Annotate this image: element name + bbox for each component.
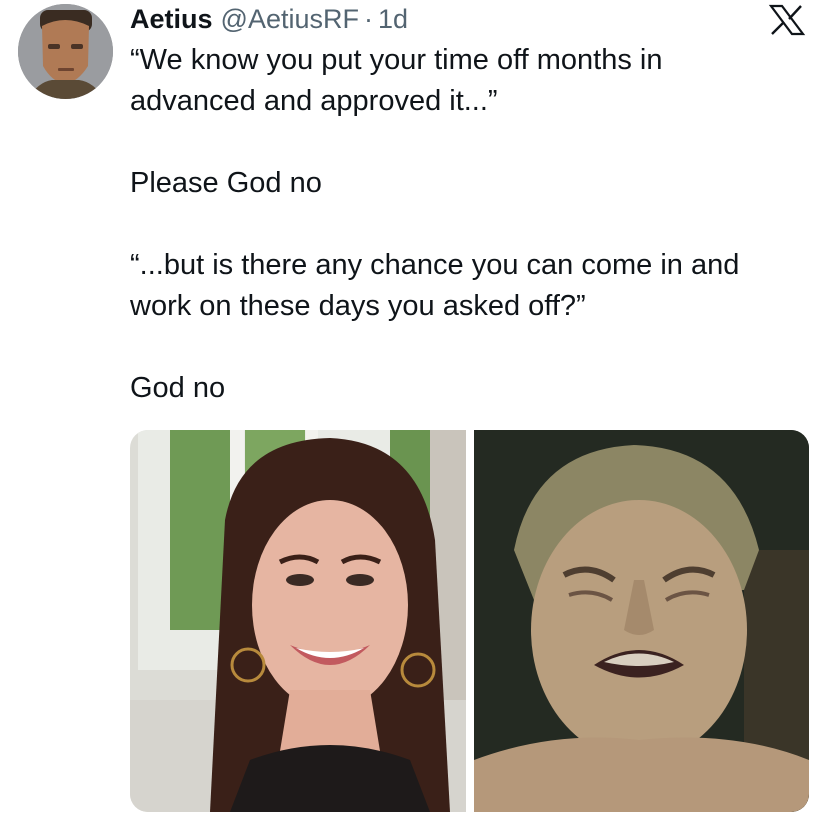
crying-man-image xyxy=(474,430,809,812)
tweet-text: “We know you put your time off months in… xyxy=(130,44,740,404)
x-logo-icon xyxy=(768,4,806,36)
separator-dot: · xyxy=(363,3,373,34)
avatar-icon xyxy=(18,4,113,99)
media-photo-crying[interactable] xyxy=(474,430,809,812)
timestamp[interactable]: 1d xyxy=(378,4,408,35)
author-handle[interactable]: @AetiusRF xyxy=(221,4,359,35)
author-name[interactable]: Aetius xyxy=(130,4,213,35)
media-photo-smiling[interactable] xyxy=(130,430,466,812)
tweet-media[interactable] xyxy=(130,430,809,812)
smiling-woman-image xyxy=(130,430,466,812)
author-avatar[interactable] xyxy=(18,4,113,99)
tweet-header: Aetius @AetiusRF · 1d xyxy=(130,2,408,36)
